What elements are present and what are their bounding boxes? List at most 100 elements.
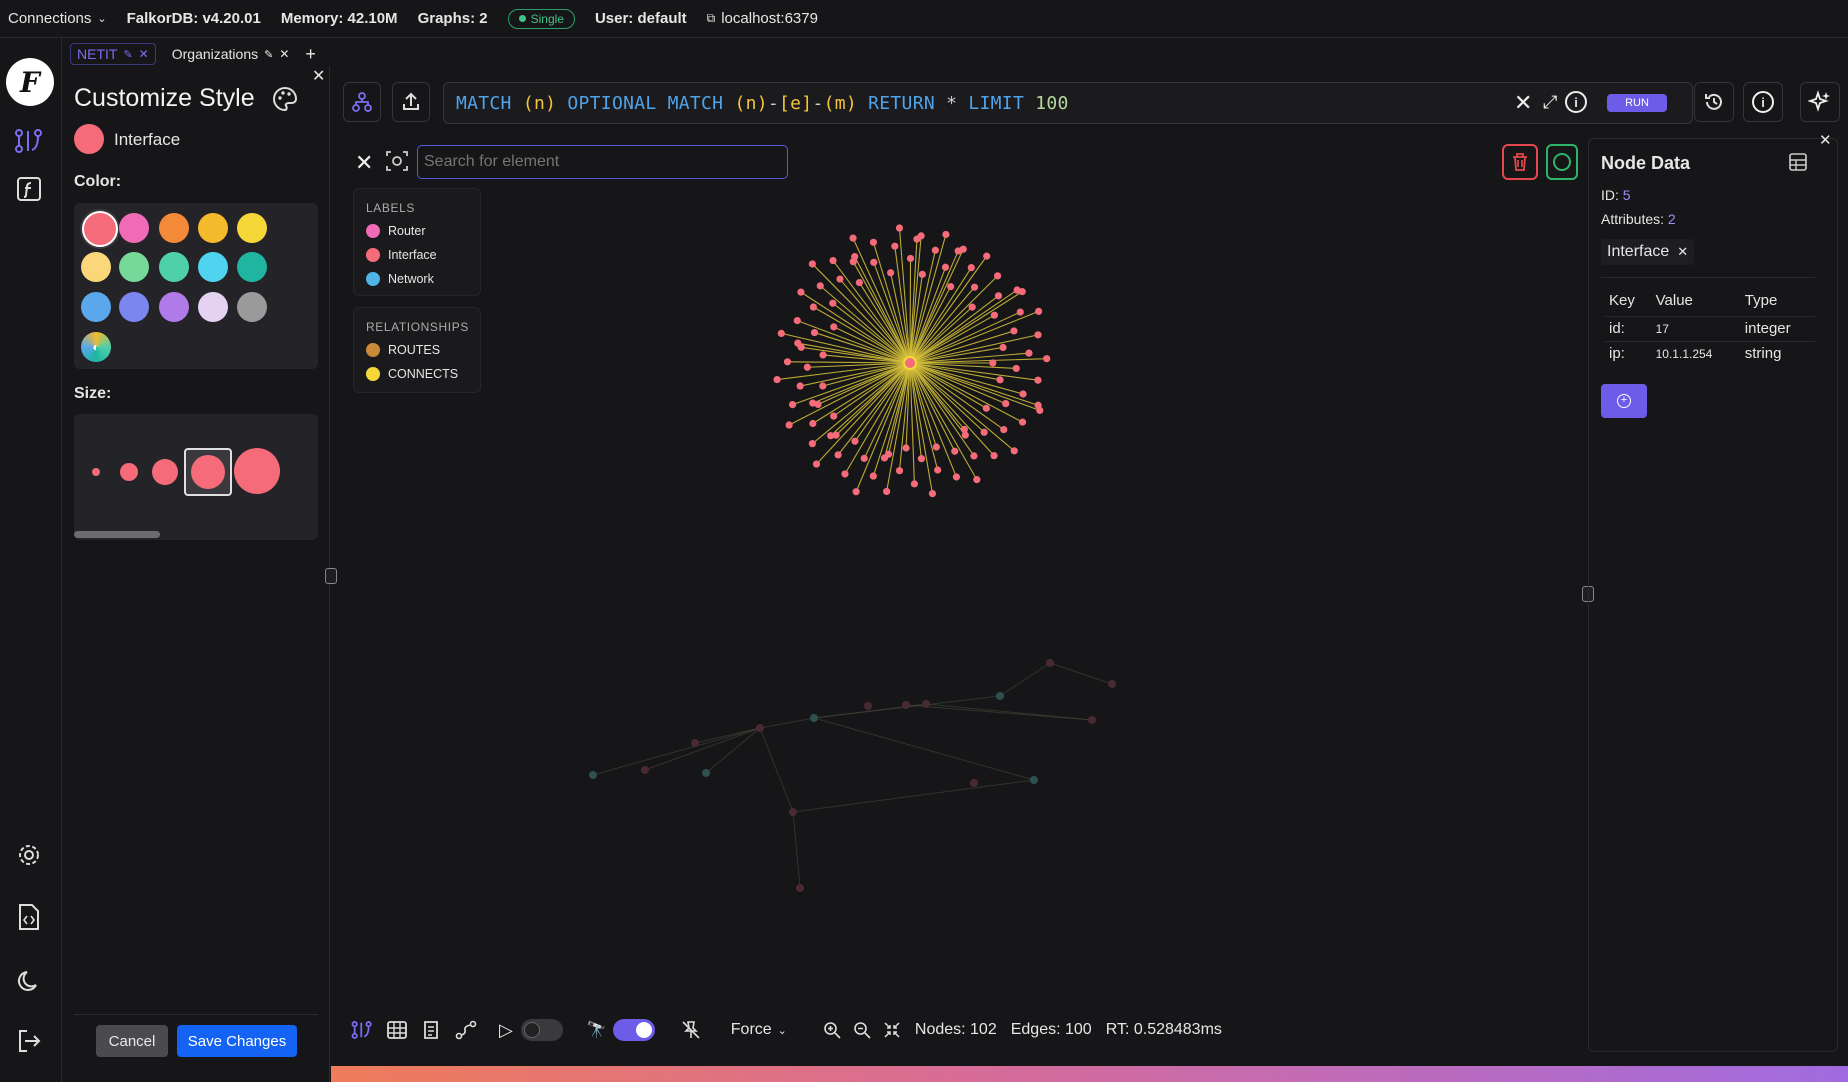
graph-node[interactable]: [1016, 308, 1024, 316]
zoom-out-icon[interactable]: [853, 1021, 871, 1039]
graph-node[interactable]: [970, 283, 979, 291]
graph-node[interactable]: [1034, 376, 1042, 384]
graph-node[interactable]: [797, 343, 805, 351]
function-icon[interactable]: [12, 172, 46, 206]
faded-edge-line[interactable]: [792, 811, 801, 889]
close-icon[interactable]: ✕: [139, 47, 149, 61]
graph-node[interactable]: [1012, 364, 1020, 373]
faded-edge-line[interactable]: [705, 727, 761, 774]
graph-node[interactable]: [832, 431, 840, 439]
graph-node[interactable]: [773, 375, 781, 384]
faded-graph-node[interactable]: [789, 808, 797, 816]
graph-node[interactable]: [973, 476, 981, 484]
graph-node[interactable]: [814, 400, 822, 409]
graph-node[interactable]: [851, 437, 859, 445]
edge-line[interactable]: [909, 362, 1015, 452]
faded-edge-line[interactable]: [1049, 662, 1113, 685]
size-option-xl[interactable]: [234, 448, 280, 494]
graph-node[interactable]: [895, 224, 904, 232]
color-swatch-light-green[interactable]: [119, 252, 149, 282]
tab-organizations[interactable]: Organizations ✎ ✕: [166, 44, 296, 64]
attr-value[interactable]: 17: [1651, 315, 1741, 341]
fit-to-screen-icon[interactable]: [883, 1021, 901, 1039]
graph-node[interactable]: [849, 234, 857, 242]
faded-graph-node[interactable]: [1108, 680, 1116, 688]
graph-node[interactable]: [808, 440, 816, 448]
color-swatch-light-yellow[interactable]: [81, 252, 111, 282]
faded-graph-node[interactable]: [864, 702, 872, 710]
host-info[interactable]: ⧉ localhost:6379: [707, 10, 818, 27]
graph-node[interactable]: [1002, 400, 1010, 408]
animation-toggle[interactable]: [520, 1019, 563, 1041]
horizontal-scrollbar[interactable]: [74, 531, 160, 538]
close-icon[interactable]: ✕: [279, 47, 289, 61]
graph-node[interactable]: [797, 288, 805, 296]
legend-label-network[interactable]: Network: [366, 269, 480, 289]
faded-graph-node[interactable]: [796, 884, 804, 892]
faded-edge-line[interactable]: [644, 727, 761, 771]
faded-edge-line[interactable]: [759, 727, 794, 813]
faded-edge-line[interactable]: [759, 717, 815, 729]
graph-node[interactable]: [982, 404, 990, 412]
graph-node[interactable]: [928, 490, 937, 498]
tab-netit[interactable]: NETIT ✎ ✕: [70, 43, 156, 65]
graph-node[interactable]: [1000, 426, 1008, 434]
graph-view-icon[interactable]: [12, 124, 46, 158]
size-option-sm[interactable]: [120, 463, 138, 481]
graph-node[interactable]: [869, 238, 878, 246]
color-swatch-yellow[interactable]: [237, 213, 267, 243]
graph-node[interactable]: [829, 256, 837, 265]
graph-node[interactable]: [809, 303, 817, 311]
close-search-icon[interactable]: ✕: [355, 150, 373, 176]
graph-node[interactable]: [1034, 401, 1042, 409]
graph-node[interactable]: [887, 269, 895, 277]
graph-node[interactable]: [931, 246, 939, 254]
faded-graph-node[interactable]: [702, 769, 710, 777]
edge-line[interactable]: [787, 361, 911, 364]
color-swatch-coral-selected[interactable]: [82, 211, 118, 247]
size-option-md[interactable]: [152, 459, 178, 485]
color-swatch-cyan[interactable]: [198, 252, 228, 282]
layout-dropdown[interactable]: Force ⌄: [731, 1021, 787, 1039]
search-element-input[interactable]: [417, 145, 788, 179]
graph-node[interactable]: [917, 455, 926, 463]
color-swatch-lavender[interactable]: [198, 292, 228, 322]
faded-graph-node[interactable]: [691, 739, 699, 747]
graph-node[interactable]: [1013, 286, 1021, 294]
graph-node[interactable]: [830, 412, 838, 420]
edge-line[interactable]: [839, 278, 911, 364]
graph-node[interactable]: [830, 323, 838, 331]
zoom-in-icon[interactable]: [823, 1021, 841, 1039]
attr-value[interactable]: 10.1.1.254: [1651, 340, 1741, 366]
graph-node[interactable]: [947, 282, 955, 291]
custom-color-palette-icon[interactable]: ◐: [81, 332, 111, 362]
faded-graph-node[interactable]: [1088, 716, 1096, 724]
cancel-button[interactable]: Cancel: [96, 1025, 168, 1057]
add-element-button[interactable]: [1546, 144, 1578, 180]
faded-graph-node[interactable]: [1030, 776, 1038, 784]
telescope-icon[interactable]: 🔭: [587, 1020, 607, 1040]
graph-node[interactable]: [812, 460, 821, 468]
size-option-lg-selected[interactable]: [184, 448, 232, 496]
graph-node[interactable]: [990, 311, 998, 319]
legend-label-router[interactable]: Router: [366, 221, 480, 241]
graph-node[interactable]: [816, 282, 824, 290]
graph-node[interactable]: [1010, 447, 1018, 455]
color-swatch-purple[interactable]: [159, 292, 189, 322]
graph-node[interactable]: [819, 382, 827, 390]
graph-node[interactable]: [913, 235, 921, 243]
play-animation-icon[interactable]: ▷: [499, 1020, 513, 1041]
graph-node[interactable]: [836, 275, 844, 283]
faded-edge-line[interactable]: [792, 779, 1035, 813]
graph-node[interactable]: [993, 272, 1002, 280]
graph-node[interactable]: [870, 258, 878, 266]
graph-node[interactable]: [1019, 390, 1027, 398]
document-code-icon[interactable]: [12, 900, 46, 934]
graph-node[interactable]: [1035, 307, 1043, 315]
graph-node[interactable]: [954, 247, 962, 255]
faded-edge-line[interactable]: [592, 727, 761, 776]
color-swatch-indigo[interactable]: [119, 292, 149, 322]
dark-mode-moon-icon[interactable]: [12, 964, 46, 998]
table-view-icon[interactable]: [387, 1020, 407, 1040]
save-changes-button[interactable]: Save Changes: [177, 1025, 297, 1057]
